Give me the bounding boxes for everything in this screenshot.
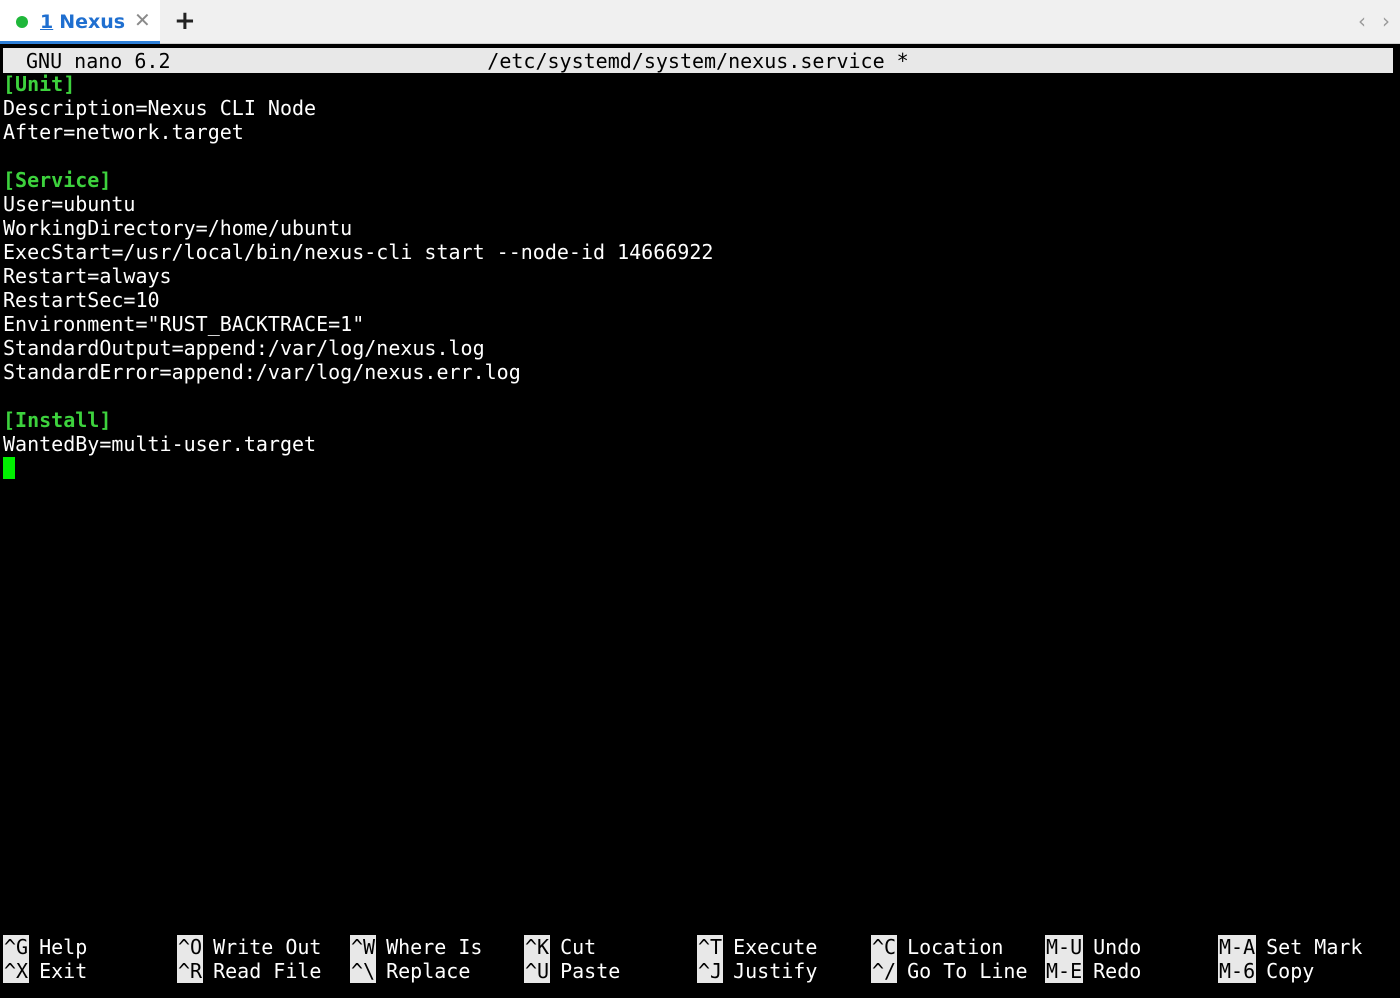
editor-buffer[interactable]: [Unit] Description=Nexus CLI Node After=ne… [3, 72, 1393, 480]
shortcut-read-file: ^R Read File [177, 959, 321, 983]
shortcut-key: ^K [524, 935, 551, 959]
shortcut-key: ^C [871, 935, 898, 959]
shortcut-execute: ^T Execute [697, 935, 817, 959]
shortcut-key: ^R [177, 959, 204, 983]
shortcut-key: M-U [1045, 935, 1084, 959]
section-header: [Service] [3, 168, 112, 192]
shortcut-go-to-line: ^/ Go To Line [871, 959, 1028, 983]
editor-line: ExecStart=/usr/local/bin/nexus-cli start… [3, 240, 714, 264]
tab-number: 1 [40, 11, 54, 33]
shortcut-key: ^O [177, 935, 204, 959]
shortcut-row-1: ^G Help ^O Write Out ^W Where Is ^K Cut ^T Execut… [3, 935, 1393, 959]
section-header: [Install] [3, 408, 112, 432]
shortcut-row-2: ^X Exit ^R Read File ^\ Replace ^U Paste ^J Justi… [3, 959, 1393, 983]
shortcut-key: M-E [1045, 959, 1084, 983]
shortcut-key: ^J [697, 959, 724, 983]
shortcut-label: Undo [1093, 935, 1142, 959]
shortcut-key: ^G [3, 935, 30, 959]
editor-line: Description=Nexus CLI Node [3, 96, 317, 120]
shortcut-key: ^T [697, 935, 724, 959]
terminal-window[interactable]: GNU nano 6.2 /etc/systemd/system/nexus.s… [0, 44, 1400, 998]
chevron-left-icon[interactable]: ‹ [1358, 10, 1366, 32]
editor-line: User=ubuntu [3, 192, 136, 216]
shortcut-key: M-6 [1218, 959, 1257, 983]
shortcut-label: Set Mark [1266, 935, 1363, 959]
shortcut-label: Go To Line [907, 959, 1028, 983]
shortcut-label: Replace [386, 959, 471, 983]
text-cursor [3, 457, 15, 479]
editor-line: StandardError=append:/var/log/nexus.err.… [3, 360, 521, 384]
file-path: /etc/systemd/system/nexus.service * [487, 49, 909, 73]
new-tab-button[interactable]: + [174, 6, 196, 36]
shortcut-label: Write Out [213, 935, 322, 959]
tab-title: 1 Nexus [40, 11, 125, 33]
shortcut-label: Exit [39, 959, 88, 983]
editor-line: StandardOutput=append:/var/log/nexus.log [3, 336, 485, 360]
shortcut-label: Where Is [386, 935, 483, 959]
shortcut-key: ^X [3, 959, 30, 983]
shortcut-key: ^\ [350, 959, 377, 983]
shortcut-paste: ^U Paste [524, 959, 620, 983]
editor-line: WorkingDirectory=/home/ubuntu [3, 216, 353, 240]
shortcut-label: Cut [560, 935, 597, 959]
tab-label: Nexus [59, 11, 126, 33]
chevron-right-icon[interactable]: › [1382, 10, 1390, 32]
shortcut-label: Redo [1093, 959, 1142, 983]
shortcut-label: Help [39, 935, 88, 959]
shortcut-justify: ^J Justify [697, 959, 817, 983]
shortcut-label: Location [907, 935, 1004, 959]
shortcut-location: ^C Location [871, 935, 1003, 959]
editor-line: Environment="RUST_BACKTRACE=1" [3, 312, 365, 336]
tab-nexus[interactable]: 1 Nexus ✕ [0, 0, 160, 44]
shortcut-redo: M-E Redo [1045, 959, 1141, 983]
shortcut-cut: ^K Cut [524, 935, 596, 959]
shortcut-exit: ^X Exit [3, 959, 87, 983]
shortcut-label: Read File [213, 959, 322, 983]
shortcut-key: M-A [1218, 935, 1257, 959]
status-dot-icon [16, 16, 28, 28]
editor-line: RestartSec=10 [3, 288, 160, 312]
shortcut-label: Justify [733, 959, 818, 983]
close-icon[interactable]: ✕ [134, 10, 151, 30]
editor-line: After=network.target [3, 120, 244, 144]
shortcut-label: Paste [560, 959, 621, 983]
shortcut-help: ^G Help [3, 935, 87, 959]
shortcut-set-mark: M-A Set Mark [1218, 935, 1362, 959]
shortcut-where-is: ^W Where Is [350, 935, 482, 959]
shortcut-key: ^W [350, 935, 377, 959]
shortcut-undo: M-U Undo [1045, 935, 1141, 959]
cursor-line [3, 456, 1393, 480]
shortcut-label: Copy [1266, 959, 1315, 983]
shortcut-copy: M-6 Copy [1218, 959, 1314, 983]
shortcut-write-out: ^O Write Out [177, 935, 321, 959]
shortcut-replace: ^\ Replace [350, 959, 470, 983]
editor-line: Restart=always [3, 264, 172, 288]
shortcut-key: ^/ [871, 959, 898, 983]
section-header: [Unit] [3, 72, 76, 96]
tab-bar: 1 Nexus ✕ + ‹ › [0, 0, 1400, 44]
shortcut-label: Execute [733, 935, 818, 959]
shortcut-key: ^U [524, 959, 551, 983]
editor-line: WantedBy=multi-user.target [3, 432, 317, 456]
nano-title-bar: GNU nano 6.2 /etc/systemd/system/nexus.s… [3, 48, 1393, 73]
